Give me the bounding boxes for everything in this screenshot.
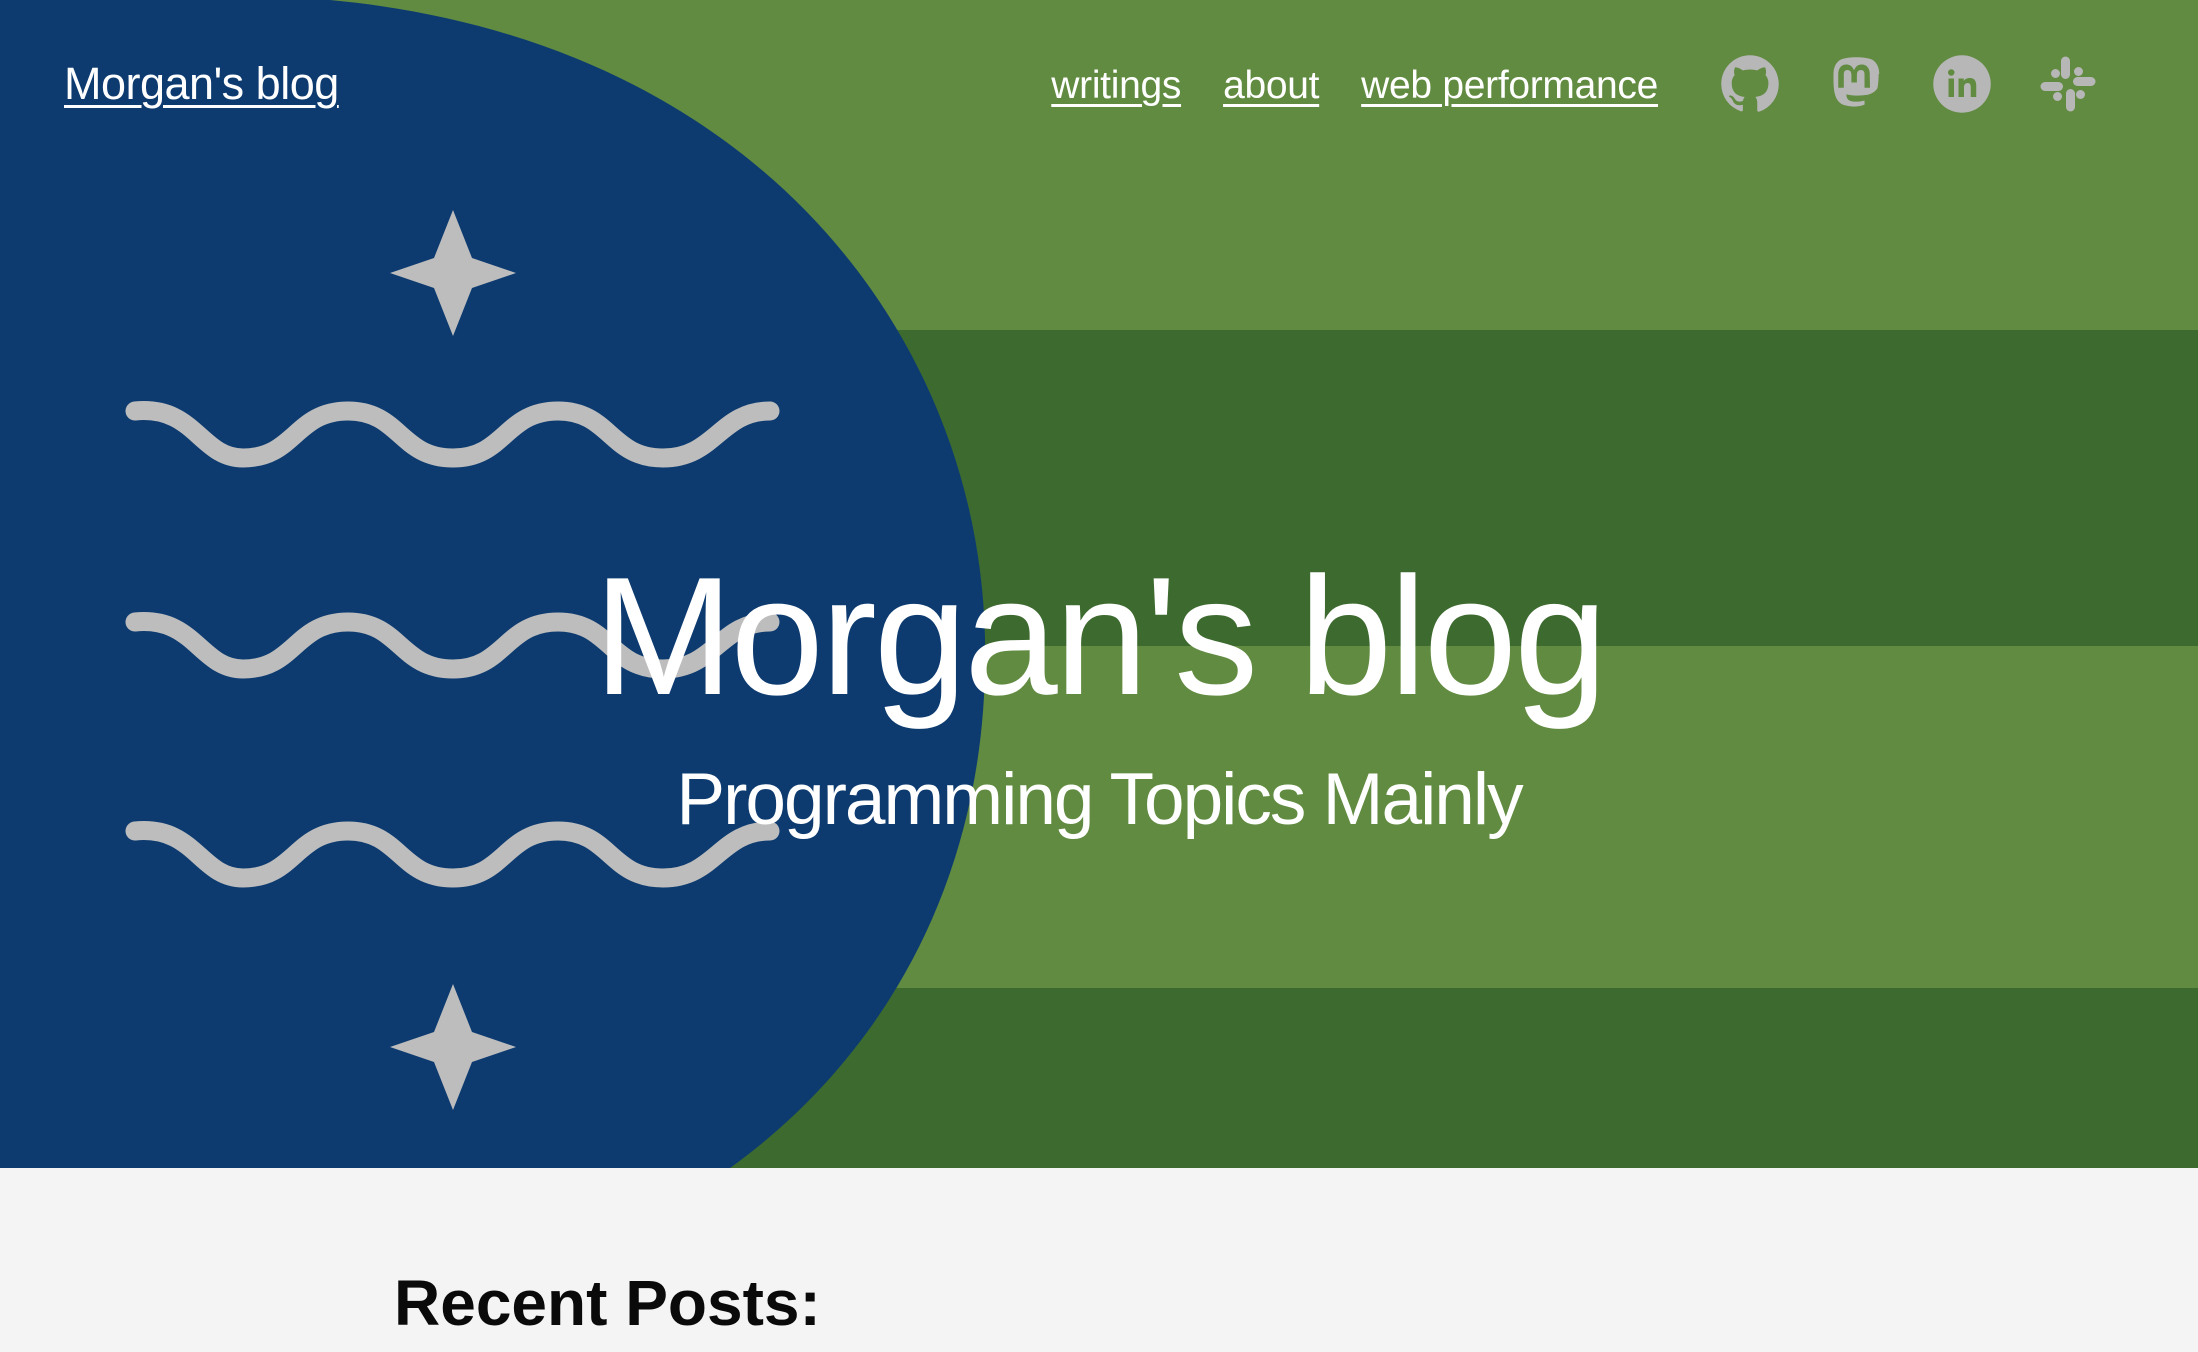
site-home-link[interactable]: Morgan's blog bbox=[64, 58, 339, 110]
nav-links: writings about web performance bbox=[1051, 64, 1658, 108]
social-links bbox=[1720, 54, 2098, 114]
recent-posts-heading: Recent Posts: bbox=[394, 1267, 821, 1339]
hero-text: Morgan's blog Programming Topics Mainly bbox=[0, 552, 2198, 840]
slack-icon bbox=[2040, 56, 2096, 112]
nav-link-about[interactable]: about bbox=[1223, 64, 1319, 108]
github-icon bbox=[1721, 55, 1779, 112]
mastodon-icon bbox=[1833, 57, 1880, 107]
mastodon-link[interactable] bbox=[1826, 54, 1886, 114]
github-link[interactable] bbox=[1720, 54, 1780, 114]
hero-title: Morgan's blog bbox=[593, 542, 1608, 730]
nav-link-web-performance[interactable]: web performance bbox=[1361, 64, 1658, 108]
linkedin-link[interactable] bbox=[1932, 54, 1992, 114]
top-navigation: Morgan's blog writings about web perform… bbox=[0, 0, 2198, 176]
hero-subtitle: Programming Topics Mainly bbox=[676, 759, 1523, 840]
slack-link[interactable] bbox=[2038, 54, 2098, 114]
linkedin-icon bbox=[1933, 55, 1991, 113]
nav-link-writings[interactable]: writings bbox=[1051, 64, 1181, 108]
hero-banner: Morgan's blog writings about web perform… bbox=[0, 0, 2198, 1168]
